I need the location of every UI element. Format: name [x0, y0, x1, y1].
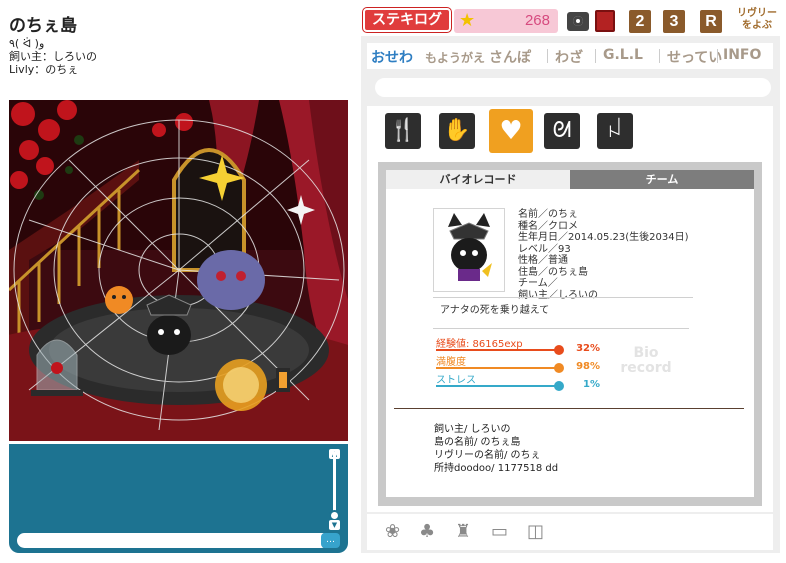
chat-scroll-down-button[interactable]: ▼ [329, 520, 340, 530]
profile-birthday: 生年月日／2014.05.23(生後2034日) [518, 232, 689, 243]
speech-bubble-icon: … [326, 535, 335, 545]
stress-percent: 1% [583, 379, 600, 390]
island-title: のちぇ島 [9, 16, 77, 36]
fullness-label: 満腹度 [436, 357, 466, 368]
divider [394, 408, 744, 409]
tab-settei[interactable]: せってい [667, 47, 722, 67]
stress-bar [436, 385, 556, 387]
header-bar: ステキログ ★ 268 2 3 R リヴリーをよぶ [361, 6, 780, 36]
profile-owner: 飼い主／しろいの [518, 289, 598, 301]
tile-r-button[interactable]: R [700, 10, 722, 33]
pet-hand-icon[interactable]: ✋ [439, 113, 475, 149]
profile-name: 名前／のちぇ [518, 209, 578, 220]
clothes-icon[interactable]: ♜ [455, 522, 471, 542]
stekilog-button[interactable]: ステキログ [363, 8, 451, 32]
tab-info[interactable]: INFO [723, 47, 761, 63]
exp-bar [436, 349, 556, 351]
camera-icon[interactable] [567, 12, 589, 31]
flower-pot-icon[interactable]: ❀ [385, 522, 400, 542]
fullness-bar-knob [554, 363, 564, 373]
fullness-bar [436, 367, 556, 369]
bio-record-stamp: Bio record [620, 345, 672, 376]
exp-bar-knob [554, 345, 564, 355]
profile-personality: 性格／普通 [518, 255, 568, 266]
tab-osewa[interactable]: おせわ [371, 47, 413, 67]
care-area: 🍴 ✋ ♥ ᘛ ꈤ バイオレコード チーム 名前／のちぇ 種名／クロメ 生年月日… [367, 106, 773, 512]
record-frame: バイオレコード チーム 名前／のちぇ 種名／クロメ 生年月日／2014.05.2… [378, 162, 762, 506]
tab-gll[interactable]: G.L.L [603, 47, 643, 63]
owner-line: 飼い主：しろいの [9, 50, 97, 63]
tab-separator [717, 49, 718, 63]
book-icon[interactable]: ▭ [491, 522, 508, 542]
livly-portrait-art [448, 213, 492, 281]
island-scene[interactable] [9, 100, 348, 441]
tab-sanpo[interactable]: さんぽ [489, 47, 531, 67]
profile-team: チーム／ [518, 278, 558, 289]
tile-3-button[interactable]: 3 [663, 10, 685, 33]
exp-label: 経験値: 86165exp [436, 339, 523, 350]
stress-bar-knob [554, 381, 564, 391]
food-icon[interactable]: 🍴 [385, 113, 421, 149]
box-icon[interactable]: ◫ [527, 522, 544, 542]
tab-separator [595, 49, 596, 63]
profile-species: 種名／クロメ [518, 220, 578, 232]
tab-separator [547, 49, 548, 63]
tile-2-button[interactable]: 2 [629, 10, 651, 33]
points-box: ★ 268 [454, 9, 558, 33]
call-livly-button[interactable]: リヴリーをよぶ [735, 8, 779, 32]
owner-info-owner: 飼い主/ しろいの [434, 424, 511, 435]
exp-percent: 32% [576, 343, 600, 354]
fullness-percent: 98% [576, 361, 600, 372]
spray-icon[interactable]: ᘛ [544, 113, 580, 149]
owner-info-livly: リヴリーの名前/ のちぇ [434, 450, 541, 461]
livly-line: Livly：のちぇ [9, 63, 79, 76]
livly-comment: アナタの死を乗り越えて [440, 305, 550, 316]
tab-bio-record[interactable]: バイオレコード [386, 170, 570, 189]
tab-moyougae[interactable]: もようがえ [425, 49, 485, 66]
owner-info-island: 島の名前/ のちぇ島 [434, 437, 521, 448]
chat-send-button[interactable]: … [321, 533, 340, 548]
bottom-toolbar: ❀ ♣ ♜ ▭ ◫ [367, 514, 773, 550]
heart-icon[interactable]: ♥ [489, 109, 533, 153]
right-panel: ステキログ ★ 268 2 3 R リヴリーをよぶ おせわ もようがえ さんぽ … [361, 6, 780, 553]
island-scene-art [9, 100, 348, 441]
star-icon: ★ [459, 10, 476, 31]
divider [433, 297, 693, 298]
chat-panel: ▲ ▼ … [9, 444, 348, 553]
main-tabs: おせわ もようがえ さんぽ わざ G.L.L せってい INFO [367, 43, 773, 69]
ribbon-icon[interactable]: ꈤ [597, 113, 633, 149]
livly-portrait [433, 208, 505, 292]
profile-level: レベル／93 [518, 243, 571, 255]
profile-residence: 住島／のちぇ島 [518, 266, 588, 278]
info-bar [375, 78, 771, 97]
island-emote: ٩( ᐛ )و [9, 37, 45, 50]
divider [433, 328, 689, 329]
record-panel: バイオレコード チーム 名前／のちぇ 種名／クロメ 生年月日／2014.05.2… [386, 170, 754, 497]
points-value: 268 [524, 12, 550, 29]
diary-icon[interactable] [595, 10, 615, 32]
tab-separator [659, 49, 660, 63]
stress-label: ストレス [436, 375, 476, 386]
mushroom-icon[interactable]: ♣ [419, 522, 435, 542]
owner-info: 飼い主/ しろいの 島の名前/ のちぇ島 リヴリーの名前/ のちぇ 所持dood… [434, 423, 558, 475]
owner-info-doodoo: 所持doodoo/ 1177518 dd [434, 463, 559, 474]
chat-input[interactable] [17, 533, 329, 548]
tab-team[interactable]: チーム [570, 170, 754, 189]
profile-details: 名前／のちぇ 種名／クロメ 生年月日／2014.05.23(生後2034日) レ… [518, 209, 689, 301]
tab-waza[interactable]: わざ [555, 47, 583, 67]
